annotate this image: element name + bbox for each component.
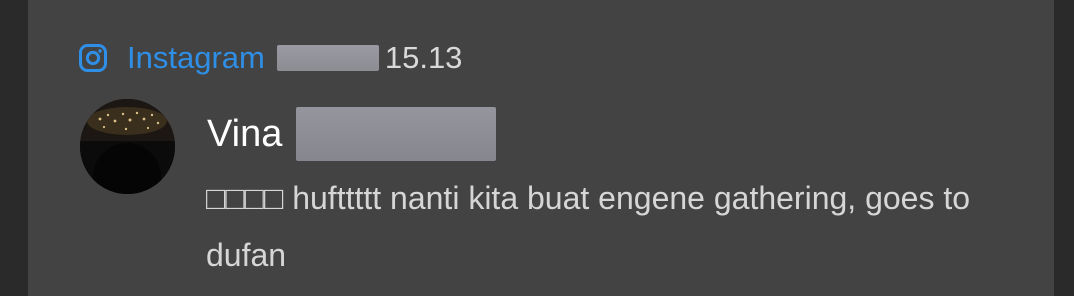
notification-header: Instagram 15.13 [78, 38, 462, 78]
avatar-photo [80, 99, 175, 194]
sender-row: Vina [207, 106, 497, 162]
screen: Instagram 15.13 Vina □□□□ hufttttt nanti… [0, 0, 1074, 296]
notification-card[interactable]: Instagram 15.13 Vina □□□□ hufttttt nanti… [28, 0, 1054, 296]
instagram-icon [79, 44, 107, 72]
sender-name: Vina [207, 113, 283, 155]
redacted-sender-detail [296, 107, 497, 161]
notification-time: 15.13 [384, 40, 463, 75]
avatar [80, 99, 175, 194]
redacted-subtext [276, 45, 379, 71]
message-text: □□□□ hufttttt nanti kita buat engene gat… [206, 180, 971, 273]
app-name: Instagram [127, 40, 265, 75]
